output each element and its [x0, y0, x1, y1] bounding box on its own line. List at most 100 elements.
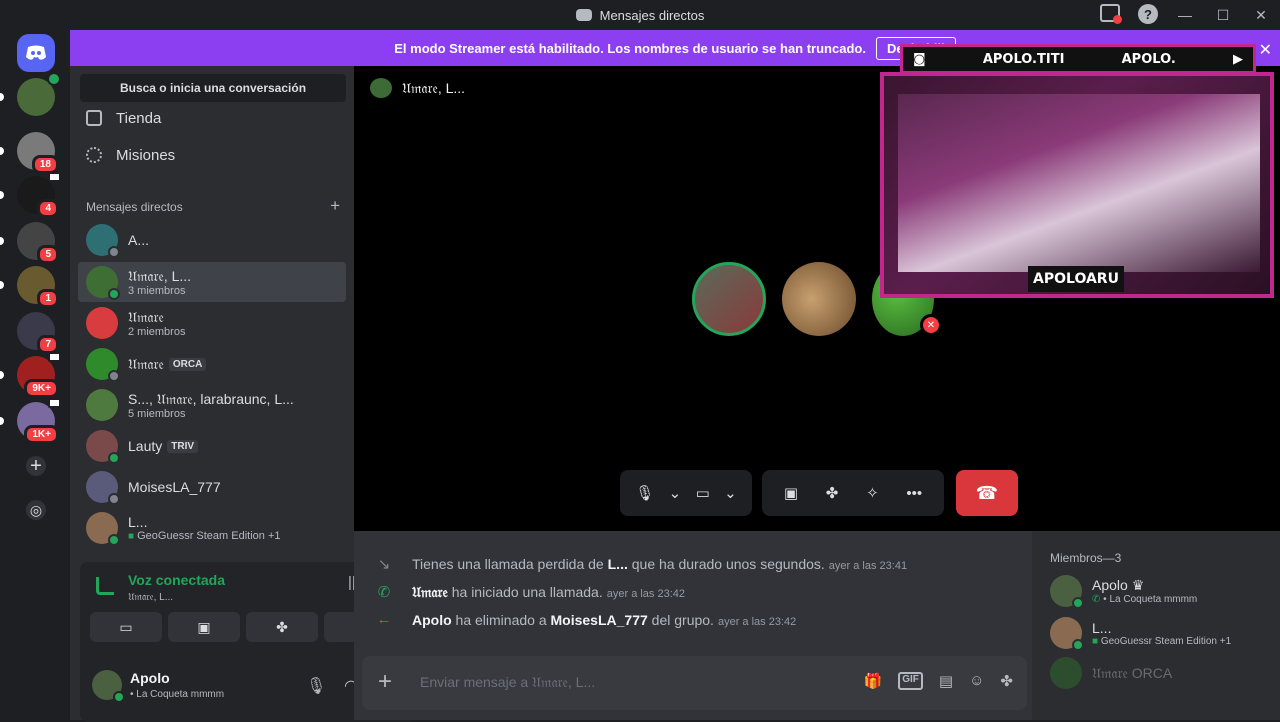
user-avatar[interactable]	[92, 670, 125, 703]
activities-icon: ✤	[276, 618, 288, 635]
msg-user[interactable]: MoisesLA_777	[551, 612, 648, 628]
dm-item[interactable]: Lauty TRIV	[78, 426, 346, 466]
dm-item[interactable]: S..., 𝔘𝔪𝔞𝔯𝔢, larabraunc, L... 5 miembros	[78, 385, 346, 425]
help-icon[interactable]: ?	[1138, 4, 1158, 24]
msg-text: que ha durado unos segundos.	[627, 556, 825, 572]
window-title: Mensajes directos	[575, 7, 705, 23]
dm-item[interactable]: A...	[78, 220, 346, 260]
message-composer[interactable]: + Enviar mensaje a 𝔘𝔪𝔞𝔯𝔢, L... 🎁 GIF ▤ ☺…	[362, 656, 1027, 710]
participant-tile[interactable]	[692, 262, 766, 336]
server-1[interactable]: 18	[0, 132, 59, 174]
close-overlay-icon[interactable]: ✕	[1259, 40, 1272, 60]
message-input[interactable]: Enviar mensaje a 𝔘𝔪𝔞𝔯𝔢, L...	[420, 674, 595, 691]
member-item[interactable]: Apolo ♛ ✆ • La Coqueta mmmm	[1050, 575, 1198, 609]
title-bar: Mensajes directos ? — ☐ ✕	[0, 0, 1280, 30]
gift-icon[interactable]: 🎁	[864, 672, 883, 690]
members-header: Miembros—3	[1050, 551, 1122, 565]
system-message: ← Apolo ha eliminado a MoisesLA_777 del …	[376, 611, 797, 628]
activities-icon[interactable]: ✤	[826, 484, 839, 502]
dm-item-active[interactable]: 𝔘𝔪𝔞𝔯𝔢, L... 3 miembros	[78, 262, 346, 302]
youtube-handle: APOLO.	[1121, 51, 1176, 67]
create-dm-icon[interactable]: +	[330, 197, 340, 214]
instagram-icon: ◙	[913, 51, 926, 67]
server-4[interactable]: 1	[0, 266, 59, 308]
dm-header: Mensajes directos +	[86, 197, 340, 214]
attach-icon[interactable]: +	[378, 668, 392, 696]
msg-user[interactable]: L...	[608, 556, 628, 572]
dm-item[interactable]: 𝔘𝔪𝔞𝔯𝔢 2 miembros	[78, 303, 346, 343]
maximize-button[interactable]: ☐	[1204, 7, 1242, 24]
dm-name: MoisesLA_777	[128, 479, 221, 495]
activities-button[interactable]: ✤	[246, 612, 318, 642]
msg-text: ha iniciado una llamada.	[447, 583, 603, 600]
explore-icon[interactable]: ◎	[26, 500, 46, 520]
quests-icon	[86, 147, 102, 163]
activity-controls: ▣ ✤ ✧ •••	[762, 470, 944, 516]
screen-share-button[interactable]: ▣	[168, 612, 240, 642]
dm-item[interactable]: L... ■ GeoGuessr Steam Edition +1	[78, 508, 346, 548]
mic-button[interactable]: 🎙	[635, 484, 654, 502]
dm-item[interactable]: 𝔘𝔪𝔞𝔯𝔢 ORCA	[78, 344, 346, 384]
discord-icon	[26, 45, 46, 60]
dm-name: 𝔘𝔪𝔞𝔯𝔢	[128, 355, 164, 372]
server-3[interactable]: 5	[0, 222, 59, 264]
nav-label: Misiones	[116, 146, 176, 164]
apps-icon[interactable]: ✤	[1000, 672, 1013, 690]
member-name: Apolo ♛	[1092, 577, 1145, 593]
sticker-icon[interactable]: ▤	[939, 672, 953, 690]
server-5[interactable]: 7	[17, 312, 59, 354]
user-status: • La Coqueta mmmm	[130, 689, 225, 700]
avatar	[86, 389, 118, 421]
member-item-offline[interactable]: 𝔘𝔪𝔞𝔯𝔢 ORCA	[1050, 657, 1172, 689]
member-removed-icon: ←	[376, 611, 392, 628]
user-name[interactable]: Apolo	[130, 670, 170, 686]
search-button[interactable]: Busca o inicia una conversación	[80, 74, 346, 102]
home-button[interactable]	[17, 34, 55, 72]
phone-hangup-icon: ☎	[975, 482, 999, 503]
nav-quests[interactable]: Misiones	[86, 141, 175, 169]
nav-shop[interactable]: Tienda	[86, 104, 161, 132]
gif-icon[interactable]: GIF	[898, 672, 923, 690]
avatar	[1050, 617, 1084, 651]
screen-share-icon[interactable]: ▣	[784, 484, 798, 502]
hang-up-button[interactable]: ☎	[956, 470, 1018, 516]
close-button[interactable]: ✕	[1242, 7, 1280, 24]
dm-item[interactable]: MoisesLA_777	[78, 467, 346, 507]
streamer-name: APOLOARU	[1028, 266, 1124, 292]
camera-options-icon[interactable]: ⌄	[724, 484, 737, 502]
camera-button[interactable]: ▭	[696, 484, 710, 502]
youtube-icon: ▶	[1232, 51, 1243, 67]
server-7[interactable]: 1K+	[0, 398, 61, 444]
avatar	[1050, 657, 1082, 689]
camera-button[interactable]: ▭	[90, 612, 162, 642]
inbox-icon[interactable]	[1100, 4, 1122, 24]
soundboard-icon[interactable]: ✧	[866, 484, 879, 502]
more-icon[interactable]: •••	[906, 485, 922, 502]
msg-user[interactable]: Apolo	[412, 612, 452, 628]
server-2[interactable]: 4	[0, 172, 61, 218]
emoji-icon[interactable]: ☺	[969, 672, 984, 690]
server-voice[interactable]	[0, 72, 61, 116]
server-6[interactable]: 9K+	[0, 352, 61, 398]
member-name: L...	[1092, 619, 1112, 636]
mic-icon[interactable]: 🎙	[306, 676, 326, 696]
avatar	[1050, 575, 1084, 609]
shop-icon	[86, 110, 102, 126]
avatar	[86, 471, 120, 505]
clan-tag: TRIV	[167, 439, 199, 453]
avatar	[86, 430, 120, 464]
minimize-button[interactable]: —	[1166, 7, 1204, 23]
member-status: GeoGuessr Steam Edition +1	[1100, 635, 1232, 647]
system-message: ✆ 𝔘𝔪𝔞𝔯𝔢 ha iniciado una llamada. ayer a l…	[376, 583, 685, 602]
participant-tile[interactable]	[782, 262, 856, 336]
signal-icon[interactable]	[96, 577, 114, 595]
camera-off-icon: ▭	[119, 618, 133, 635]
voice-channel-name[interactable]: 𝔘𝔪𝔞𝔯𝔢, L...	[128, 592, 173, 603]
member-status: • La Coqueta mmmm	[1103, 594, 1198, 605]
window-title-text: Mensajes directos	[599, 7, 705, 23]
add-server-icon[interactable]: +	[26, 455, 46, 477]
mic-options-icon[interactable]: ⌄	[669, 484, 682, 502]
member-item[interactable]: L... ■ GeoGuessr Steam Edition +1	[1050, 617, 1232, 651]
avatar	[86, 348, 120, 382]
msg-user[interactable]: 𝔘𝔪𝔞𝔯𝔢	[412, 584, 448, 600]
